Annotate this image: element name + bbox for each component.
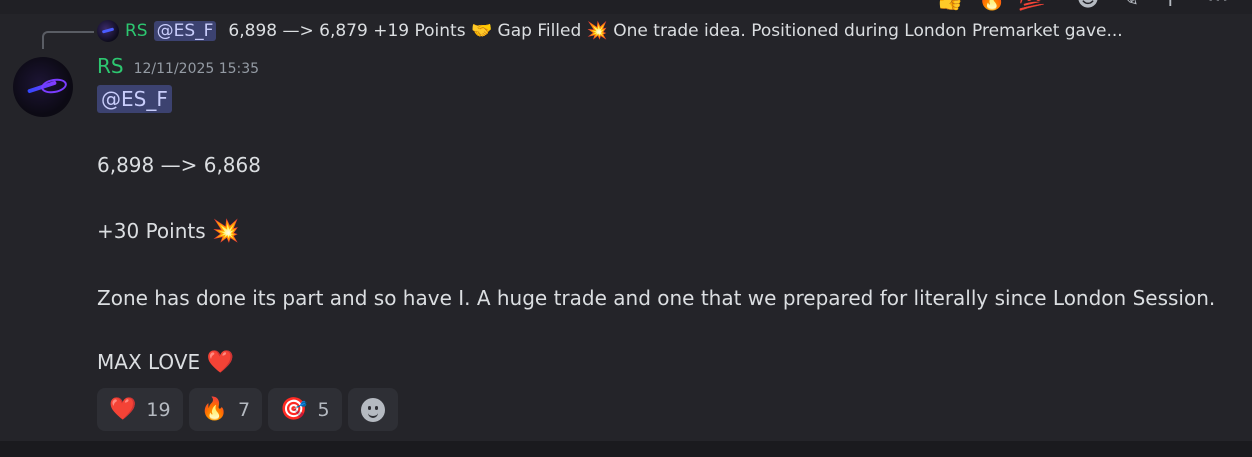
add-reaction-icon (360, 397, 385, 422)
add-reaction-button[interactable] (347, 388, 398, 431)
heart-icon: ❤️ (109, 397, 137, 422)
message-header: RS 12/11/2025 15:35 (97, 54, 259, 78)
collision-icon: 💥 (212, 219, 240, 244)
reaction-count: 7 (238, 398, 251, 421)
message-action-bar: 👍 🔥 💯 ☻ ✎ ↱ ⋯ (928, 0, 1252, 14)
message-mention-line: @ES_F (97, 85, 172, 113)
edit-icon[interactable]: ✎ (1116, 0, 1144, 14)
more-icon[interactable]: ⋯ (1204, 0, 1232, 14)
heart-icon: ❤️ (206, 350, 234, 375)
timestamp: 12/11/2025 15:35 (133, 61, 260, 77)
reply-mention[interactable]: @ES_F (153, 21, 217, 41)
avatar[interactable] (13, 57, 73, 117)
points-text: +30 Points (97, 219, 206, 243)
reply-avatar[interactable] (97, 20, 119, 42)
reply-preview[interactable]: RS @ES_F 6,898 —> 6,879 +19 Points 🤝 Gap… (97, 19, 1123, 43)
reply-spine (42, 31, 94, 49)
message-mention[interactable]: @ES_F (97, 85, 172, 113)
hundred-icon[interactable]: 💯 (1018, 0, 1046, 14)
message-line-price: 6,898 —> 6,868 (97, 153, 261, 177)
reaction-count: 19 (146, 398, 171, 421)
love-text: MAX LOVE (97, 350, 201, 374)
fire-icon[interactable]: 🔥 (978, 0, 1006, 14)
message-line-love: MAX LOVE ❤️ (97, 350, 234, 375)
reply-icon[interactable]: ↱ (1160, 0, 1188, 14)
add-reaction-icon[interactable]: ☻ (1074, 0, 1102, 14)
reaction-heart[interactable]: ❤️ 19 (97, 388, 183, 431)
reaction-count: 5 (317, 398, 330, 421)
reply-text[interactable]: 6,898 —> 6,879 +19 Points 🤝 Gap Filled 💥… (228, 21, 1122, 41)
thumbs-up-icon[interactable]: 👍 (936, 0, 964, 14)
author-name[interactable]: RS (97, 54, 124, 78)
message-list-bottom (0, 441, 1252, 457)
message-line-points: +30 Points 💥 (97, 219, 239, 244)
reaction-fire[interactable]: 🔥 7 (188, 388, 263, 431)
reactions-row: ❤️ 19 🔥 7 🎯 5 (97, 388, 398, 431)
reply-author[interactable]: RS (125, 21, 148, 41)
fire-icon: 🔥 (200, 397, 228, 422)
message-line-zone: Zone has done its part and so have I. A … (97, 286, 1216, 310)
reaction-target[interactable]: 🎯 5 (268, 388, 342, 431)
target-icon: 🎯 (280, 397, 308, 422)
